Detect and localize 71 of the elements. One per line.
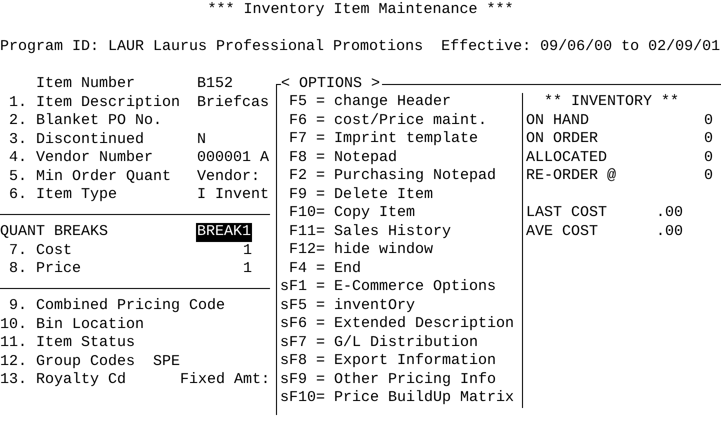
field-label: Vendor Number [36, 149, 154, 168]
option-item[interactable]: F2 = Purchasing Notepad [289, 167, 496, 184]
inventory-label: ALLOCATED [526, 148, 608, 167]
field-number: 6. [8, 186, 27, 204]
cost-value: .00 [656, 222, 684, 241]
cost-label: LAST COST [526, 204, 608, 222]
inventory-value: 0 [704, 130, 713, 148]
option-item[interactable]: sF1 = E-Commerce Options [280, 278, 496, 295]
field-label: Discontinued [36, 130, 144, 149]
field-number: 4. [8, 149, 27, 168]
cost-value: .00 [656, 204, 684, 222]
field-value[interactable]: 1 [242, 260, 270, 278]
field-number: 8. [8, 260, 27, 278]
cost-label: AVE COST [526, 222, 600, 241]
inventory-label: ON HAND [526, 112, 590, 130]
field-number: 1. [8, 94, 27, 112]
field-value[interactable]: SPE [153, 352, 180, 371]
inventory-value: 0 [704, 112, 713, 130]
quant-breaks-label: QUANT BREAKS [0, 223, 108, 242]
field-number: 5. [8, 168, 27, 186]
option-item[interactable]: F5 = change Header [289, 93, 452, 110]
field-label: Item Type [36, 186, 118, 204]
field-number: 12. [0, 352, 27, 371]
field-value[interactable]: N [197, 130, 206, 149]
field-value[interactable]: Briefcas [197, 94, 270, 112]
option-item[interactable]: sF8 = Export Information [280, 352, 496, 369]
field-number: 7. [8, 242, 27, 260]
option-item[interactable]: F12= hide window [289, 241, 434, 258]
field-value[interactable]: 1 [242, 242, 270, 260]
option-item[interactable]: sF10= Price BuildUp Matrix [280, 389, 514, 406]
field-value[interactable]: 000001 A [197, 149, 270, 168]
option-item[interactable]: sF5 = inventOry [280, 296, 416, 314]
field-label: Royalty Cd [36, 371, 126, 390]
inventory-value: 0 [704, 167, 713, 186]
field-value: Fixed Amt: [180, 371, 270, 390]
option-item[interactable]: F7 = Imprint template [289, 130, 478, 147]
field-label: Combined Pricing Code [36, 297, 226, 316]
field-number: 11. [0, 334, 27, 352]
option-item[interactable]: F4 = End [289, 260, 362, 276]
field-label: Price [36, 260, 82, 278]
screen-title-text: *** Inventory Item Maintenance *** [207, 1, 514, 18]
field-number: 3. [8, 130, 27, 149]
inventory-heading: ** INVENTORY ** [544, 93, 680, 110]
field-value[interactable]: I Invent [197, 186, 270, 204]
field-value[interactable]: B152 [197, 75, 234, 94]
quant-break-field[interactable]: BREAK1 [196, 223, 252, 242]
option-item[interactable]: F10= Copy Item [289, 204, 416, 221]
field-label: Item Status [36, 334, 136, 352]
field-label: Group Codes [36, 352, 136, 371]
field-label: Cost [36, 242, 72, 260]
field-label: Bin Location [36, 316, 144, 334]
option-item[interactable]: F6 = cost/Price maint. [289, 112, 488, 128]
inventory-label: RE-ORDER @ [526, 167, 616, 186]
option-item[interactable]: F9 = Delete Item [289, 186, 434, 202]
field-label: Blanket PO No. [36, 112, 162, 130]
option-item[interactable]: sF7 = G/L Distribution [280, 334, 478, 350]
inventory-value: 0 [704, 148, 713, 167]
field-number: 13. [0, 371, 27, 390]
inventory-label: ON ORDER [526, 130, 598, 148]
option-item[interactable]: F11= Sales History [289, 222, 452, 240]
option-item[interactable]: sF6 = Extended Description [280, 315, 514, 332]
field-number: 10. [0, 316, 27, 334]
field-label: Min Order Quant [36, 168, 172, 186]
option-item[interactable]: F8 = Notepad [289, 148, 398, 166]
field-number: 9. [8, 297, 27, 316]
program-header: Program ID: LAUR Laurus Professional Promotions Effective: 09/06/00 to 02/09/01 [0, 38, 720, 55]
field-label: Item Number [36, 75, 136, 94]
field-number: 2. [8, 112, 27, 130]
option-item[interactable]: sF9 = Other Pricing Info [280, 370, 496, 388]
field-label: Item Description [36, 94, 180, 112]
field-value[interactable]: Vendor: [197, 168, 260, 186]
